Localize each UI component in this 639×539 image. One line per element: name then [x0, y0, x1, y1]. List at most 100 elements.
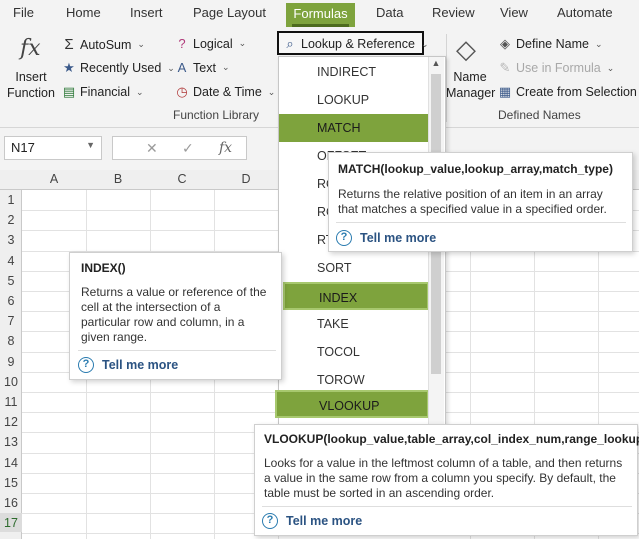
name-manager-button[interactable]: ◇ Name Manager [446, 34, 495, 104]
insert-function-label-2: Function [7, 86, 55, 100]
row-header[interactable]: 7 [0, 314, 22, 328]
row-header[interactable]: 5 [0, 274, 22, 288]
chevron-down-icon: ⌄ [221, 62, 230, 72]
row-header[interactable]: 13 [0, 435, 22, 449]
date-time-button[interactable]: ◷ Date & Time ⌄ [175, 84, 275, 100]
column-header-d[interactable]: D [214, 172, 278, 186]
help-icon: ? [336, 230, 352, 246]
row-header[interactable]: 2 [0, 213, 22, 227]
row-header[interactable]: 11 [0, 395, 22, 409]
logical-button[interactable]: ? Logical ⌄ [175, 36, 246, 51]
financial-label: Financial [80, 85, 131, 99]
name-box-value: N17 [11, 140, 35, 155]
index-tooltip-desc-line3: particular row and column, in a [81, 315, 245, 329]
search-book-icon: ⌕ [286, 36, 294, 51]
row-header[interactable]: 10 [0, 375, 22, 389]
help-icon: ? [78, 357, 94, 373]
name-box[interactable]: N17 ▼ [4, 136, 102, 160]
menu-file[interactable]: File [13, 5, 34, 20]
row-header[interactable]: 8 [0, 334, 22, 348]
vlookup-tell-me-more[interactable]: ? Tell me more [262, 513, 362, 529]
menu-automate[interactable]: Automate [557, 5, 613, 20]
sigma-icon: Σ [64, 36, 74, 53]
text-label: Text [193, 60, 216, 75]
define-name-button[interactable]: ◈ Define Name ⌄ [498, 36, 603, 52]
index-tooltip-desc-line4: given range. [81, 330, 148, 344]
chevron-down-icon: ⌄ [136, 86, 144, 97]
row-header[interactable]: 4 [0, 254, 22, 268]
recently-used-button[interactable]: ★ Recently Used ⌄ [62, 60, 175, 76]
dropdown-item-vlookup[interactable]: VLOOKUP [275, 390, 429, 418]
use-in-formula-button[interactable]: ✎ Use in Formula ⌄ [498, 60, 615, 76]
lookup-reference-dropdown: INDIRECT LOOKUP MATCH OFFSET RO RO RT SO… [275, 56, 446, 486]
logical-label: Logical [193, 36, 233, 51]
dropdown-item-index[interactable]: INDEX [283, 282, 429, 310]
financial-button[interactable]: ▤ Financial ⌄ [62, 84, 144, 100]
fx-icon[interactable]: fx [219, 140, 232, 156]
text-book-icon: A [177, 60, 187, 75]
logical-book-icon: ? [178, 36, 186, 51]
tooltip-divider [78, 350, 276, 351]
menu-formulas[interactable]: Formulas [286, 3, 355, 27]
function-library-group-label: Function Library [173, 108, 260, 122]
fx-icon: fx [20, 36, 41, 61]
check-icon[interactable]: ✓ [182, 140, 194, 157]
dropdown-item-match[interactable]: MATCH [279, 114, 429, 142]
match-tell-me-more[interactable]: ? Tell me more [336, 230, 436, 246]
menu-insert[interactable]: Insert [130, 5, 163, 20]
lookup-reference-button[interactable]: ⌕ Lookup & Reference ⌄ [277, 31, 429, 55]
index-tooltip-desc-line2: cell at the intersection of a [81, 300, 221, 314]
row-header[interactable]: 1 [0, 193, 22, 207]
dropdown-item-sort[interactable]: SORT [279, 254, 429, 282]
scroll-up-icon[interactable]: ▲ [428, 58, 444, 72]
autosum-button[interactable]: Σ AutoSum ⌄ [62, 36, 145, 53]
cancel-icon[interactable]: ✕ [146, 140, 158, 157]
row-header[interactable]: 17 [0, 513, 22, 532]
chevron-down-icon: ⌄ [594, 38, 603, 49]
clock-book-icon: ◷ [176, 84, 188, 99]
row-header[interactable]: 6 [0, 294, 22, 308]
insert-function-label-1: Insert [15, 70, 47, 84]
index-tell-me-more[interactable]: ? Tell me more [78, 357, 178, 373]
insert-function-button[interactable]: fx Insert Function [6, 34, 56, 104]
row-header[interactable]: 15 [0, 476, 22, 490]
create-from-selection-button[interactable]: ▦ Create from Selection [498, 84, 637, 100]
match-tooltip: MATCH(lookup_value,lookup_array,match_ty… [328, 152, 633, 252]
dropdown-item-lookup[interactable]: LOOKUP [279, 86, 429, 114]
vlookup-tell-me-more-label: Tell me more [286, 514, 363, 528]
chevron-down-icon: ⌄ [167, 62, 175, 73]
index-tooltip: INDEX() Returns a value or reference of … [69, 252, 282, 380]
formula-tag-icon: ✎ [499, 60, 511, 75]
menu-view[interactable]: View [500, 5, 528, 20]
index-tell-me-more-label: Tell me more [102, 358, 179, 372]
dropdown-item-tocol[interactable]: TOCOL [279, 338, 429, 366]
chevron-down-icon: ⌄ [420, 38, 429, 49]
chevron-down-icon[interactable]: ▼ [86, 140, 95, 150]
text-button[interactable]: A Text ⌄ [175, 60, 230, 75]
recently-used-label: Recently Used [80, 61, 162, 75]
row-header[interactable]: 9 [0, 355, 22, 369]
row-header[interactable]: 16 [0, 496, 22, 510]
row-header[interactable]: 14 [0, 456, 22, 470]
row-header[interactable]: 3 [0, 233, 22, 247]
financial-book-icon: ▤ [62, 84, 76, 99]
menu-bar: File Home Insert Page Layout Formulas Da… [0, 0, 639, 28]
column-header-b[interactable]: B [86, 172, 150, 186]
defined-names-group-label: Defined Names [498, 108, 581, 122]
vlookup-tooltip-desc-line2: a value in the same row from a column yo… [264, 471, 616, 485]
match-tooltip-desc-line1: Returns the relative position of an item… [338, 187, 603, 201]
menu-review[interactable]: Review [432, 5, 475, 20]
column-header-a[interactable]: A [22, 172, 86, 186]
dropdown-item-indirect[interactable]: INDIRECT [279, 58, 429, 86]
vlookup-tooltip: VLOOKUP(lookup_value,table_array,col_ind… [254, 424, 639, 536]
menu-data[interactable]: Data [376, 5, 403, 20]
menu-home[interactable]: Home [66, 5, 101, 20]
index-tooltip-signature: INDEX() [81, 261, 126, 275]
row-header[interactable]: 12 [0, 415, 22, 429]
menu-page-layout[interactable]: Page Layout [193, 5, 266, 20]
date-time-label: Date & Time [193, 85, 262, 99]
match-tooltip-desc-line2: that matches a specified value in a spec… [338, 202, 607, 216]
create-from-selection-label: Create from Selection [516, 85, 637, 99]
column-header-c[interactable]: C [150, 172, 214, 186]
dropdown-item-take[interactable]: TAKE [279, 310, 429, 338]
